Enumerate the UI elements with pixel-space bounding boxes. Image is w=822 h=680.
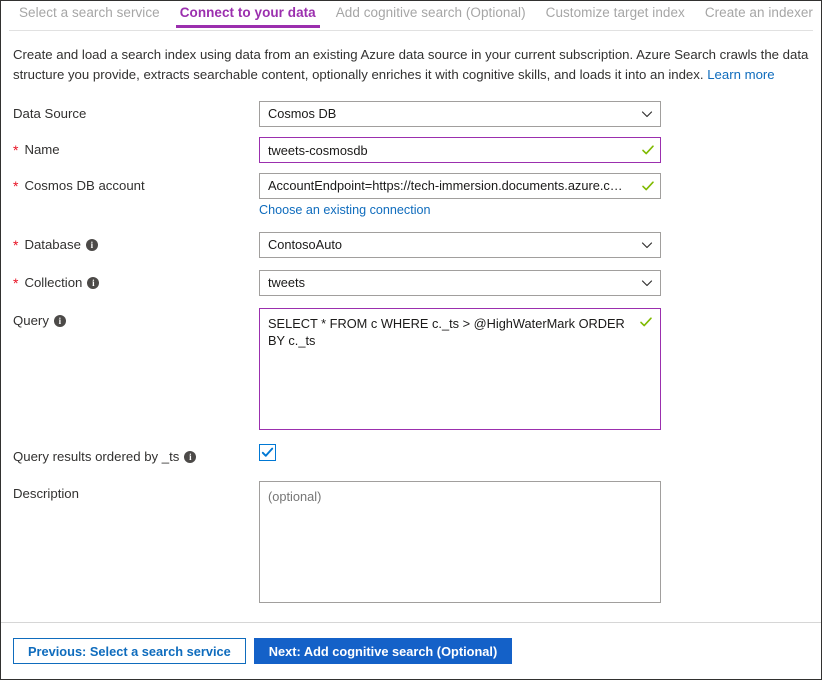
info-icon[interactable]: i xyxy=(87,276,100,289)
row-query-results-ordered: Query results ordered by _ts i xyxy=(13,444,809,464)
wizard-tabs: Select a search service Connect to your … xyxy=(1,1,821,31)
label-name: * Name xyxy=(13,137,259,157)
field-database: ContosoAuto xyxy=(259,232,661,258)
database-value: ContosoAuto xyxy=(268,237,342,252)
field-query: SELECT * FROM c WHERE c._ts > @HighWater… xyxy=(259,308,661,430)
label-description: Description xyxy=(13,481,259,501)
name-input-wrapper[interactable] xyxy=(259,137,661,163)
label-description-text: Description xyxy=(13,486,79,501)
required-asterisk: * xyxy=(13,141,19,158)
tab-select-a-search-service[interactable]: Select a search service xyxy=(9,1,170,28)
label-database-text: Database xyxy=(24,237,81,252)
label-cosmos-db-account-text: Cosmos DB account xyxy=(24,178,145,193)
label-data-source: Data Source xyxy=(13,101,259,121)
row-data-source: Data Source Cosmos DB xyxy=(13,101,809,127)
info-icon[interactable]: i xyxy=(184,450,197,463)
chevron-down-icon[interactable] xyxy=(634,108,660,120)
choose-existing-connection-link[interactable]: Choose an existing connection xyxy=(259,203,431,217)
label-query-results-ordered-text: Query results ordered by _ts xyxy=(13,449,180,464)
name-input[interactable] xyxy=(260,138,636,162)
required-asterisk: * xyxy=(13,236,19,253)
next-button[interactable]: Next: Add cognitive search (Optional) xyxy=(253,638,513,664)
required-asterisk: * xyxy=(13,274,19,291)
valid-check-icon xyxy=(636,179,660,193)
field-collection: tweets xyxy=(259,270,661,296)
row-cosmos-db-account: * Cosmos DB account AccountEndpoint=http… xyxy=(13,173,809,219)
data-source-value: Cosmos DB xyxy=(268,106,337,121)
tabstrip-divider xyxy=(9,30,813,31)
label-query: Query i xyxy=(13,308,259,328)
cosmos-db-account-input-wrapper[interactable]: AccountEndpoint=https://tech-immersion.d… xyxy=(259,173,661,199)
label-collection-text: Collection xyxy=(24,275,83,290)
field-data-source: Cosmos DB xyxy=(259,101,661,127)
intro-text: Create and load a search index using dat… xyxy=(13,47,809,82)
field-query-results-ordered xyxy=(259,444,661,461)
collection-value: tweets xyxy=(268,275,305,290)
description-textarea-placeholder[interactable]: (optional) xyxy=(268,488,650,505)
label-data-source-text: Data Source xyxy=(13,106,87,121)
tab-connect-to-your-data[interactable]: Connect to your data xyxy=(170,1,326,28)
tab-customize-target-index[interactable]: Customize target index xyxy=(536,1,695,28)
data-source-form: Data Source Cosmos DB * Name tweets-cosm… xyxy=(1,101,821,603)
intro-description: Create and load a search index using dat… xyxy=(13,45,809,85)
create-data-source-wizard: Select a search service Connect to your … xyxy=(0,0,822,680)
row-name: * Name xyxy=(13,137,809,163)
data-source-dropdown[interactable]: Cosmos DB xyxy=(259,101,661,127)
tab-create-an-indexer[interactable]: Create an indexer xyxy=(695,1,821,28)
label-database: * Database i xyxy=(13,232,259,252)
database-dropdown[interactable]: ContosoAuto xyxy=(259,232,661,258)
row-query: Query i SELECT * FROM c WHERE c._ts > @H… xyxy=(13,308,809,430)
previous-button[interactable]: Previous: Select a search service xyxy=(13,638,246,664)
row-collection: * Collection i tweets xyxy=(13,270,809,296)
learn-more-link[interactable]: Learn more xyxy=(707,67,774,82)
chevron-down-icon[interactable] xyxy=(634,239,660,251)
info-icon[interactable]: i xyxy=(85,238,98,251)
valid-check-icon xyxy=(639,315,653,334)
query-textarea[interactable]: SELECT * FROM c WHERE c._ts > @HighWater… xyxy=(268,315,632,349)
label-query-text: Query xyxy=(13,313,49,328)
field-cosmos-db-account: AccountEndpoint=https://tech-immersion.d… xyxy=(259,173,661,219)
required-asterisk: * xyxy=(13,177,19,194)
label-name-text: Name xyxy=(24,142,60,157)
row-database: * Database i ContosoAuto xyxy=(13,232,809,258)
tab-add-cognitive-search[interactable]: Add cognitive search (Optional) xyxy=(326,1,536,28)
wizard-footer: Previous: Select a search service Next: … xyxy=(1,623,821,679)
cosmos-db-account-value[interactable]: AccountEndpoint=https://tech-immersion.d… xyxy=(260,174,636,198)
field-name xyxy=(259,137,661,163)
query-textarea-wrapper[interactable]: SELECT * FROM c WHERE c._ts > @HighWater… xyxy=(259,308,661,430)
valid-check-icon xyxy=(636,143,660,157)
field-description: (optional) xyxy=(259,481,661,603)
row-description: Description (optional) xyxy=(13,481,809,603)
chevron-down-icon[interactable] xyxy=(634,277,660,289)
query-results-ordered-checkbox[interactable] xyxy=(259,444,276,461)
collection-dropdown[interactable]: tweets xyxy=(259,270,661,296)
info-icon[interactable]: i xyxy=(53,314,66,327)
description-textarea-wrapper[interactable]: (optional) xyxy=(259,481,661,603)
label-cosmos-db-account: * Cosmos DB account xyxy=(13,173,259,193)
label-collection: * Collection i xyxy=(13,270,259,290)
label-query-results-ordered: Query results ordered by _ts i xyxy=(13,444,259,464)
